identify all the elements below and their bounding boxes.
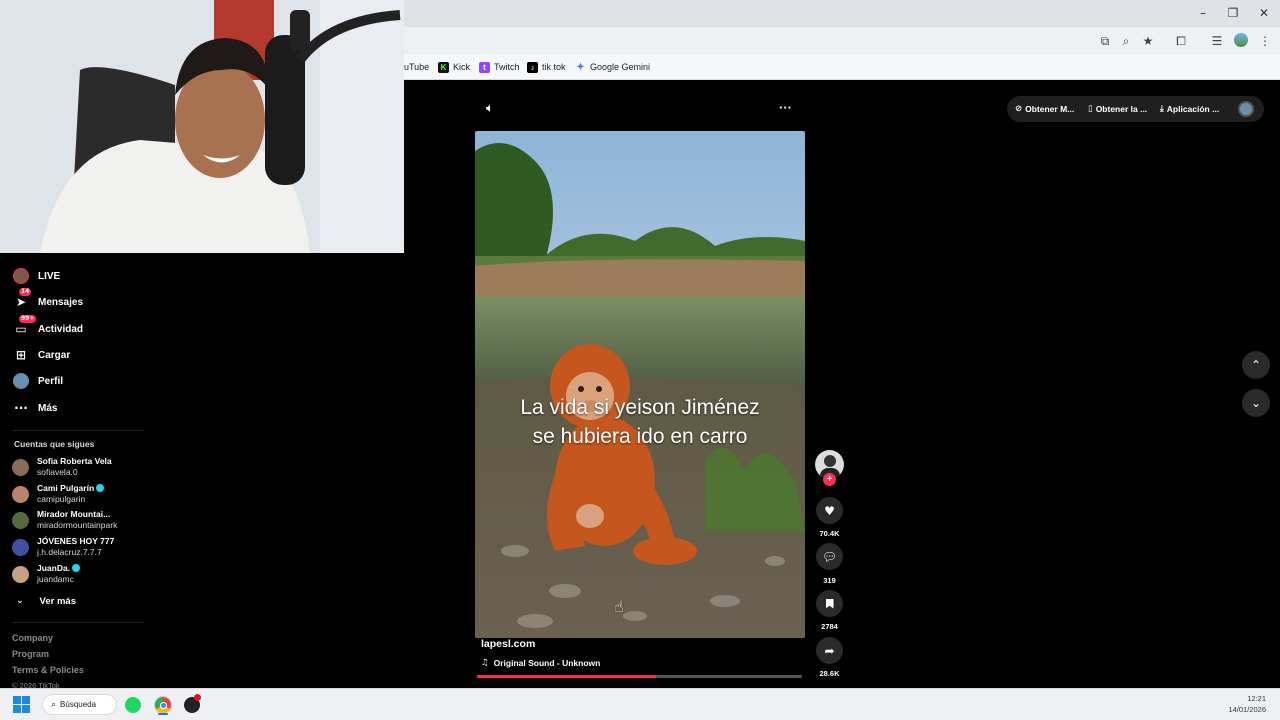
verified-icon [72,564,81,572]
sidebar-item-cargar[interactable]: ⊞ Cargar [12,344,70,366]
profile-avatar[interactable] [1238,101,1254,117]
comment-count: 319 [823,576,836,585]
chevron-down-icon: ⌄ [1250,396,1262,410]
get-app-button[interactable]: ▯ Obtener la ... [1088,104,1147,114]
comment-button[interactable]: 💬︎ [816,543,843,570]
video-progress-track[interactable] [477,675,802,678]
restore-icon[interactable]: ❐ [1223,4,1243,22]
close-icon[interactable]: ✕ [1254,4,1274,22]
avatar [12,458,29,476]
like-button[interactable]: ♥ [816,497,843,524]
share-button[interactable]: ➦ [816,637,843,664]
spotify-icon[interactable] [125,697,141,713]
get-coins-button[interactable]: ⊘ Obtener M... [1015,104,1074,114]
profile-avatar-icon[interactable] [1233,33,1249,49]
active-app-indicator [158,713,168,715]
tiktok-icon: ♪ [527,61,538,73]
zoom-icon[interactable]: ⌕ [1118,33,1134,49]
sidebar-divider [12,430,144,431]
chevron-down-icon: ⌄ [16,596,24,606]
video-player[interactable] [475,131,805,638]
more-options-icon[interactable]: ··· [779,100,792,115]
footer-program[interactable]: Program [12,649,49,659]
heart-icon: ♥ [824,503,835,518]
sidebar-item-mas[interactable]: ··· Más [12,397,57,419]
sidebar-item-live[interactable]: LIVE [12,265,60,287]
sidebar-divider [12,622,144,623]
music-note-icon: ♫ [481,658,489,668]
bookmark-youtube[interactable]: uTube [404,59,429,75]
see-more-button[interactable]: ⌄ Ver más [16,590,76,612]
video-caption: La vida si yeison Jiménez se hubiera ido… [520,396,760,448]
upload-icon: ⊞ [15,348,27,362]
bookmark-tiktok[interactable]: ♪ tik tok [527,59,566,75]
obs-icon[interactable] [184,694,201,713]
save-count: 2784 [821,622,838,631]
extensions-icon[interactable]: ⧠ [1173,33,1189,49]
following-item[interactable]: Sofia Roberta Vela sofiavela.0 [12,454,112,480]
taskbar-search[interactable]: ⌕ Búsqueda [42,694,117,715]
share-count: 28.6K [819,669,840,678]
comment-icon: 💬︎ [821,549,838,564]
messages-icon: ➤ 14 [15,288,32,309]
clock-time[interactable]: 12:21 [1210,694,1266,703]
video-sound[interactable]: ♫ Original Sound - Unknown [481,658,600,668]
avatar [12,538,29,556]
footer-terms[interactable]: Terms & Policies [12,665,84,675]
menu-kebab-icon[interactable]: ⋮ [1257,33,1273,49]
profile-icon [12,372,30,390]
sidebar-item-actividad[interactable]: ▭ 99+ Actividad [12,315,83,340]
clock-date[interactable]: 14/01/2026 [1210,705,1266,714]
sidebar-item-mensajes[interactable]: ➤ 14 Mensajes [12,288,83,313]
messages-badge: 14 [19,288,32,296]
next-video-button[interactable]: ⌄ [1242,389,1270,417]
gemini-icon: ✦ [576,61,585,73]
follow-plus-icon[interactable]: + [823,473,836,486]
activity-icon: ▭ 99+ [15,315,37,336]
following-item[interactable]: JuanDa. juandamc [12,561,81,587]
volume-icon[interactable]: 🔈︎ [486,101,494,116]
previous-video-button[interactable]: ⌃ [1242,351,1270,379]
video-author[interactable]: lapesl.com [481,638,535,650]
download-icon: ⤓ [1160,104,1164,114]
twitch-icon: t [479,61,490,73]
live-avatar-icon [12,267,30,285]
avatar [12,485,29,503]
save-button[interactable] [816,590,843,617]
tab-search-icon[interactable]: ☰ [1209,33,1225,49]
share-icon: ➦ [824,643,835,658]
coin-icon: ⊘ [1015,104,1023,114]
following-title: Cuentas que sigues [14,439,95,449]
avatar [12,565,29,583]
cast-icon[interactable]: ⧉ [1097,33,1113,49]
following-item[interactable]: Mirador Mountai... miradormountainpark [12,507,117,533]
bookmark-icon [825,598,834,609]
desktop-app-button[interactable]: ⤓ Aplicación ... [1160,104,1219,114]
sidebar-item-perfil[interactable]: Perfil [12,370,63,392]
hand-cursor-icon: ☝ [614,597,624,616]
following-item[interactable]: Cami Pulgarín camipulgarin [12,481,105,507]
phone-icon: ▯ [1088,104,1093,114]
like-count: 70.4K [819,529,840,538]
webcam-overlay [0,0,404,253]
bookmark-star-icon[interactable]: ★ [1140,33,1156,49]
more-icon: ··· [14,401,28,415]
chrome-icon[interactable] [154,696,172,714]
following-item[interactable]: JÓVENES HOY 777 j.h.delacruz.7.7.7 [12,534,114,560]
search-icon: ⌕ [51,699,57,710]
kick-icon: K [438,61,449,73]
bookmark-kick[interactable]: K Kick [438,59,470,75]
video-progress-fill [477,675,656,678]
avatar [12,511,29,529]
bookmark-twitch[interactable]: t Twitch [479,59,520,75]
verified-icon [96,484,105,492]
chevron-up-icon: ⌃ [1250,358,1262,372]
activity-badge: 99+ [19,315,37,323]
browser-title-bar [404,0,1280,27]
footer-company[interactable]: Company [12,633,53,643]
windows-start-icon[interactable] [13,696,30,713]
bookmark-gemini[interactable]: ✦ Google Gemini [575,59,650,75]
minimize-icon[interactable]: – [1193,4,1213,22]
